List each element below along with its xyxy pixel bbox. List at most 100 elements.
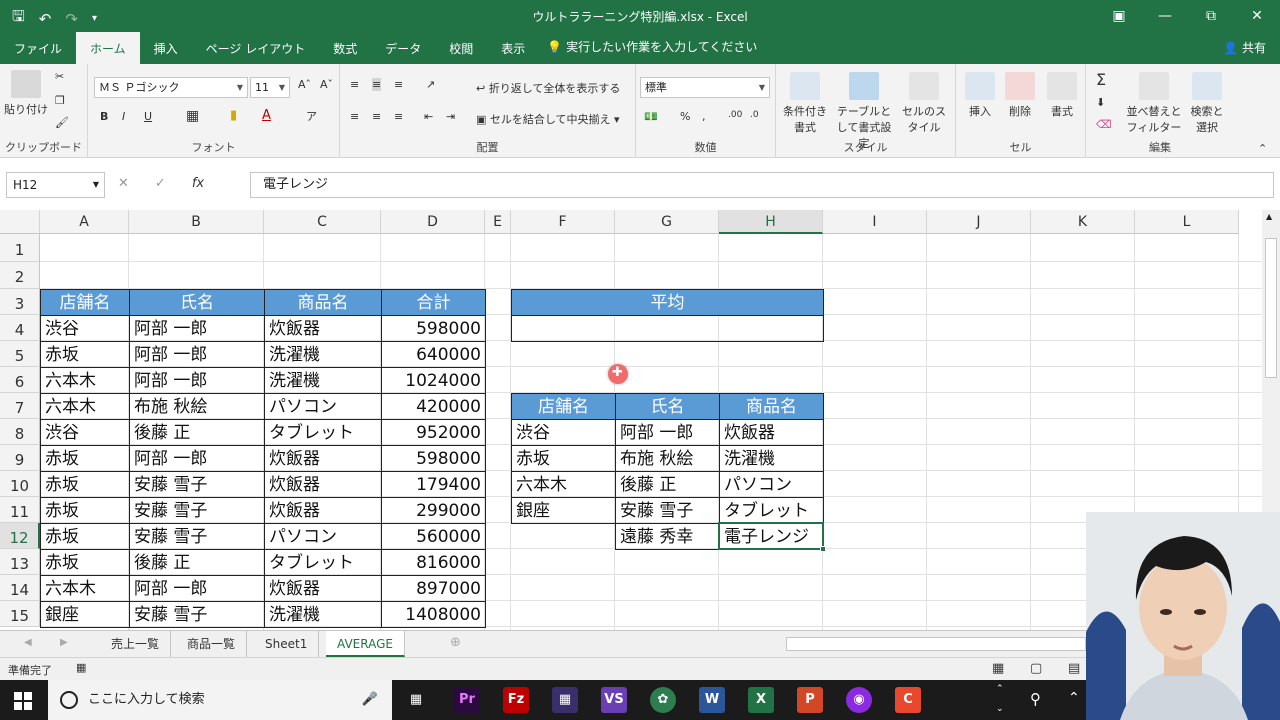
ribbon-display-icon[interactable]: ▣	[1096, 0, 1142, 32]
collapse-ribbon-icon[interactable]: ⌃	[1258, 142, 1267, 155]
conditional-format-button[interactable]: 条件付き書式	[780, 72, 830, 135]
merge-center-button[interactable]: ▣ セルを結合して中央揃え ▾	[476, 111, 620, 127]
table-cell[interactable]: 炊飯器	[264, 497, 382, 524]
criteria-header[interactable]: 店舗名	[511, 393, 616, 420]
sheet-tab[interactable]: 売上一覧	[100, 631, 172, 657]
criteria-cell[interactable]: パソコン	[719, 471, 824, 498]
format-cells-button[interactable]: 書式	[1044, 72, 1080, 119]
table-cell[interactable]: 816000	[381, 549, 486, 576]
column-header-c[interactable]: C	[264, 210, 381, 234]
table-cell[interactable]: 赤坂	[40, 341, 130, 368]
tab-formulas[interactable]: 数式	[319, 32, 371, 64]
table-cell[interactable]: 六本木	[40, 367, 130, 394]
table-cell[interactable]: 阿部 一郎	[129, 575, 265, 602]
macro-record-icon[interactable]: ▦	[76, 661, 86, 674]
row-header-3[interactable]: 3	[0, 289, 40, 315]
task-view-icon[interactable]: ▦	[403, 687, 429, 713]
row-header-14[interactable]: 14	[0, 575, 40, 601]
row-header-1[interactable]: 1	[0, 234, 40, 262]
table-cell[interactable]: 赤坂	[40, 523, 130, 550]
prev-sheet-icon[interactable]: ◀	[24, 637, 32, 648]
app-red-icon[interactable]: C	[895, 687, 921, 713]
criteria-cell[interactable]: 銀座	[511, 497, 616, 524]
tab-data[interactable]: データ	[371, 32, 435, 64]
row-header-11[interactable]: 11	[0, 497, 40, 523]
horizontal-scrollbar[interactable]	[786, 637, 1086, 651]
table-cell[interactable]: 阿部 一郎	[129, 315, 265, 342]
scroll-thumb[interactable]	[1265, 238, 1277, 378]
app-icon[interactable]: ▦	[552, 687, 578, 713]
criteria-header[interactable]: 氏名	[615, 393, 720, 420]
word-icon[interactable]: W	[699, 687, 725, 713]
minimize-icon[interactable]: —	[1142, 0, 1188, 32]
cut-icon[interactable]: ✂	[55, 70, 64, 83]
align-left-icon[interactable]: ≡	[350, 110, 359, 123]
column-header-l[interactable]: L	[1135, 210, 1239, 234]
percent-icon[interactable]: %	[680, 110, 690, 123]
align-bottom-icon[interactable]: ≡	[394, 78, 403, 91]
currency-icon[interactable]: 💵	[644, 110, 658, 123]
tab-page-layout[interactable]: ページ レイアウト	[192, 32, 320, 64]
table-cell[interactable]: 420000	[381, 393, 486, 420]
shrink-font-icon[interactable]: Aˇ	[320, 78, 333, 91]
tab-home[interactable]: ホーム	[76, 32, 140, 64]
criteria-cell[interactable]: 炊飯器	[719, 419, 824, 446]
filezilla-icon[interactable]: Fz	[503, 687, 529, 713]
insert-cells-button[interactable]: 挿入	[962, 72, 998, 119]
number-format-combo[interactable]: 標準 ▼	[640, 77, 770, 98]
decrease-indent-icon[interactable]: ⇤	[424, 110, 433, 123]
table-cell[interactable]: パソコン	[264, 393, 382, 420]
table-cell[interactable]: 阿部 一郎	[129, 445, 265, 472]
row-header-5[interactable]: 5	[0, 341, 40, 367]
row-header-4[interactable]: 4	[0, 315, 40, 341]
table-cell[interactable]: 赤坂	[40, 497, 130, 524]
tab-view[interactable]: 表示	[487, 32, 539, 64]
column-header-a[interactable]: A	[40, 210, 129, 234]
delete-cells-button[interactable]: 削除	[1002, 72, 1038, 119]
tab-insert[interactable]: 挿入	[140, 32, 192, 64]
column-header-g[interactable]: G	[615, 210, 719, 234]
enter-icon[interactable]: ✓	[155, 176, 166, 191]
find-select-button[interactable]: 検索と選択	[1186, 72, 1228, 135]
comma-icon[interactable]: ,	[702, 110, 706, 123]
restore-icon[interactable]: ⧉	[1188, 0, 1234, 32]
formula-input[interactable]: 電子レンジ	[250, 172, 1274, 198]
criteria-cell[interactable]: 渋谷	[511, 419, 616, 446]
font-color-icon[interactable]: A	[262, 108, 271, 123]
table-cell[interactable]: パソコン	[264, 523, 382, 550]
table-cell[interactable]: 179400	[381, 471, 486, 498]
table-cell[interactable]: 299000	[381, 497, 486, 524]
average-value-cell[interactable]	[511, 315, 824, 342]
row-header-2[interactable]: 2	[0, 262, 40, 289]
row-header-9[interactable]: 9	[0, 445, 40, 471]
clear-icon[interactable]: ⌫	[1096, 118, 1112, 131]
table-cell[interactable]: 1408000	[381, 601, 486, 628]
row-header-15[interactable]: 15	[0, 601, 40, 627]
excel-icon[interactable]: X	[748, 687, 774, 713]
column-header-f[interactable]: F	[511, 210, 615, 234]
row-header-12[interactable]: 12	[0, 523, 40, 549]
criteria-cell[interactable]: 遠藤 秀幸	[615, 523, 720, 550]
table-cell[interactable]: タブレット	[264, 549, 382, 576]
premiere-icon[interactable]: Pr	[454, 687, 480, 713]
align-center-icon[interactable]: ≡	[372, 110, 381, 123]
criteria-cell[interactable]: 布施 秋絵	[615, 445, 720, 472]
table-cell[interactable]: 赤坂	[40, 549, 130, 576]
table-cell[interactable]: タブレット	[264, 419, 382, 446]
row-header-10[interactable]: 10	[0, 471, 40, 497]
row-header-8[interactable]: 8	[0, 419, 40, 445]
fill-icon[interactable]: ⬇	[1096, 96, 1105, 109]
table-cell[interactable]: 安藤 雪子	[129, 471, 265, 498]
table-cell[interactable]: 洗濯機	[264, 367, 382, 394]
cancel-icon[interactable]: ✕	[118, 176, 129, 191]
tab-file[interactable]: ファイル	[0, 32, 76, 64]
table-cell[interactable]: 布施 秋絵	[129, 393, 265, 420]
windows-start-icon[interactable]	[14, 692, 32, 710]
table-cell[interactable]: 六本木	[40, 393, 130, 420]
new-sheet-icon[interactable]: ⊕	[450, 635, 461, 650]
scroll-up-icon[interactable]: ⌃	[996, 684, 1004, 694]
orientation-icon[interactable]: ↗	[426, 78, 435, 91]
criteria-cell[interactable]: 阿部 一郎	[615, 419, 720, 446]
tell-me-box[interactable]: 💡 実行したい作業を入力してください	[547, 30, 757, 64]
insert-function-icon[interactable]: fx	[192, 176, 204, 191]
